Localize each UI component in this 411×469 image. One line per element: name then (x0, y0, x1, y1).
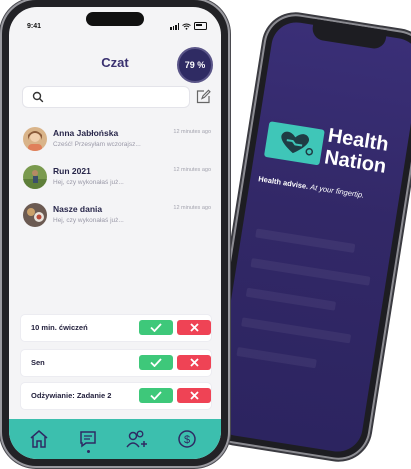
tab-chat[interactable] (76, 427, 100, 451)
tab-payments[interactable]: $ (175, 427, 199, 451)
running-avatar (23, 165, 47, 189)
chat-time: 12 minutes ago (173, 167, 211, 173)
close-icon (189, 391, 199, 400)
background-row (255, 228, 356, 253)
home-icon (30, 430, 48, 448)
health-nation-tagline: Health advise. At your fingertip. (258, 174, 365, 200)
check-icon (150, 358, 162, 367)
add-friend-icon (126, 430, 147, 448)
task-row: Odżywianie: Zadanie 2 (21, 383, 211, 409)
tab-home[interactable] (27, 427, 51, 451)
compose-icon[interactable] (195, 89, 211, 105)
chat-item[interactable]: Run 2021 Hej, czy wykonałaś już... 12 mi… (9, 161, 221, 199)
reject-button[interactable] (177, 355, 211, 370)
chat-preview: Hej, czy wykonałaś już... (53, 217, 124, 224)
person-avatar (23, 127, 47, 151)
svg-text:$: $ (184, 434, 190, 446)
search-icon (32, 91, 44, 103)
chat-time: 12 minutes ago (173, 205, 211, 211)
background-row (245, 287, 337, 311)
close-icon (189, 323, 199, 332)
close-icon (189, 358, 199, 367)
chat-item[interactable]: Anna Jabłońska Cześć! Przesyłam wczorajs… (9, 123, 221, 161)
heart-hand-icon (281, 131, 313, 156)
status-time: 9:41 (27, 23, 42, 30)
food-avatar (23, 203, 47, 227)
task-label: Odżywianie: Zadanie 2 (31, 391, 112, 400)
chat-preview: Cześć! Przesyłam wczorajsz... (53, 141, 141, 148)
chat-icon (80, 431, 96, 448)
front-phone-screen: 9:41 Czat 79 % Anna Jabłońska Cześć! Prz… (9, 7, 221, 459)
task-label: 10 min. ćwiczeń (31, 323, 88, 332)
reject-button[interactable] (177, 388, 211, 403)
status-icons (170, 22, 207, 30)
health-nation-brand: Health Nation (323, 125, 391, 178)
active-tab-indicator (87, 450, 90, 453)
chat-name: Nasze dania (53, 204, 103, 214)
background-row (236, 346, 317, 369)
chat-name: Anna Jabłońska (53, 128, 119, 138)
back-phone-screen: Health Nation Health advise. At your fin… (210, 18, 411, 456)
task-row: 10 min. ćwiczeń (21, 315, 211, 341)
front-phone: 9:41 Czat 79 % Anna Jabłońska Cześć! Prz… (2, 0, 228, 466)
chat-item[interactable]: Nasze dania Hej, czy wykonałaś już... 12… (9, 199, 221, 237)
health-nation-logo (263, 121, 325, 166)
check-icon (150, 323, 162, 332)
background-row (241, 317, 352, 344)
dynamic-island (86, 12, 144, 26)
task-row: Sen (21, 350, 211, 376)
back-phone: Health Nation Health advise. At your fin… (203, 11, 411, 463)
chat-time: 12 minutes ago (173, 129, 211, 135)
accept-button[interactable] (139, 320, 173, 335)
signal-icon (170, 22, 179, 30)
chat-preview: Hej, czy wykonałaś już... (53, 179, 124, 186)
accept-button[interactable] (139, 388, 173, 403)
battery-icon (194, 22, 207, 30)
tagline-bold: Health advise. (257, 174, 309, 191)
reject-button[interactable] (177, 320, 211, 335)
tab-friends[interactable] (125, 427, 149, 451)
chat-name: Run 2021 (53, 166, 91, 176)
payments-icon: $ (178, 430, 196, 448)
tagline-italic: At your fingertip. (309, 182, 365, 200)
task-label: Sen (31, 358, 45, 367)
wifi-icon (182, 23, 191, 30)
progress-badge[interactable]: 79 % (177, 47, 213, 83)
background-row (250, 258, 371, 286)
search-input[interactable] (23, 87, 189, 107)
tab-bar: $ (9, 419, 221, 459)
check-icon (150, 391, 162, 400)
accept-button[interactable] (139, 355, 173, 370)
